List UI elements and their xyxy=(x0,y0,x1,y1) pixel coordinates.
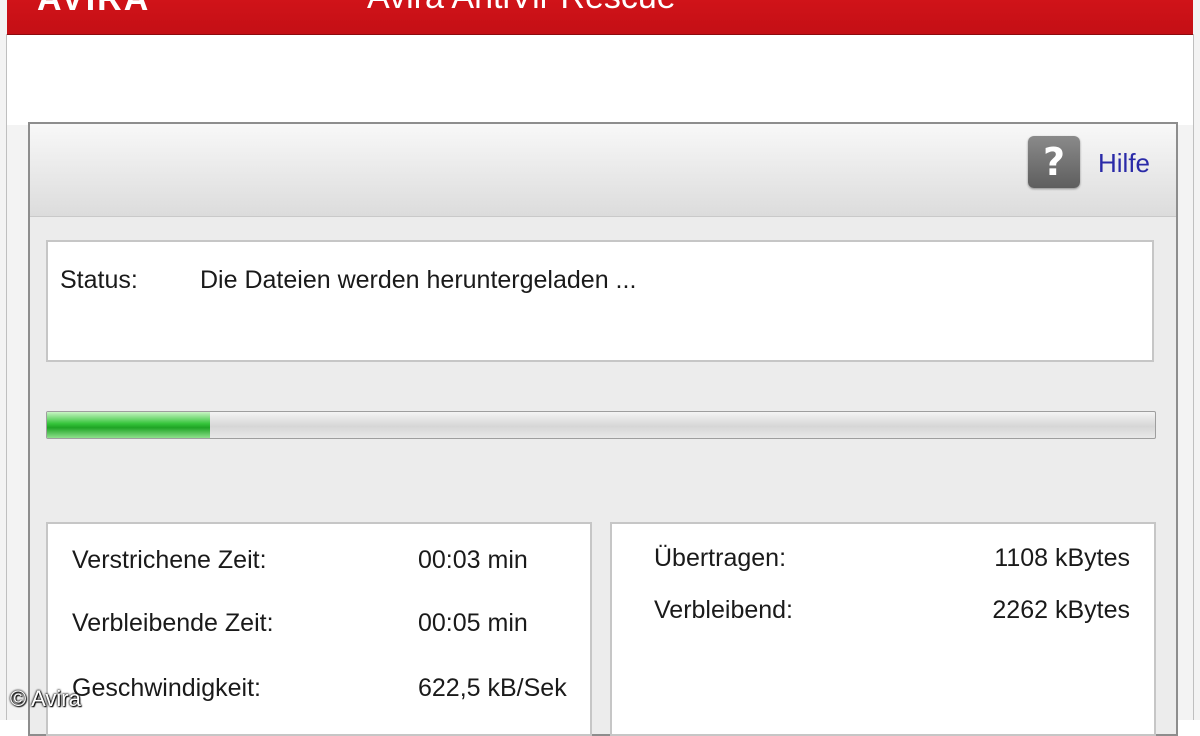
brand-logo: AVIRA xyxy=(37,0,150,19)
remaining-time-label: Verbleibende Zeit: xyxy=(72,609,274,637)
download-panel: ? Hilfe Status: Die Dateien werden herun… xyxy=(28,122,1178,736)
title-header: AVIRA Avira AntiVir Rescue xyxy=(7,0,1193,35)
question-icon[interactable]: ? xyxy=(1028,136,1080,188)
speed-label: Geschwindigkeit: xyxy=(72,674,261,702)
window-title: Avira AntiVir Rescue xyxy=(367,0,676,17)
remaining-size-value: 2262 kBytes xyxy=(992,596,1130,624)
elapsed-time-value: 00:03 min xyxy=(418,546,528,574)
transferred-label: Übertragen: xyxy=(654,544,787,572)
app-window: AVIRA Avira AntiVir Rescue ? Hilfe Statu… xyxy=(0,0,1200,736)
transferred-value: 1108 kBytes xyxy=(994,544,1130,572)
progress-fill xyxy=(47,412,210,438)
header-spacer xyxy=(7,35,1193,125)
time-stats-box: Verstrichene Zeit: 00:03 min Verbleibend… xyxy=(46,522,592,736)
copyright-watermark: © Avira xyxy=(10,686,81,711)
window-border-right xyxy=(1193,34,1194,720)
remaining-size-label: Verbleibend: xyxy=(654,596,794,624)
status-label: Status: xyxy=(60,266,138,294)
help-link[interactable]: Hilfe xyxy=(1098,148,1150,179)
window-border-left xyxy=(6,34,7,720)
size-stats-box: Übertragen: 1108 kBytes Verbleibend: 226… xyxy=(610,522,1156,736)
speed-value: 622,5 kB/Sek xyxy=(418,674,567,702)
remaining-time-value: 00:05 min xyxy=(418,609,528,637)
panel-toolbar: ? Hilfe xyxy=(30,124,1176,217)
download-progress-bar xyxy=(46,411,1156,439)
elapsed-time-label: Verstrichene Zeit: xyxy=(72,546,267,574)
status-box: Status: Die Dateien werden heruntergelad… xyxy=(46,240,1154,362)
status-text: Die Dateien werden heruntergeladen ... xyxy=(200,266,637,294)
